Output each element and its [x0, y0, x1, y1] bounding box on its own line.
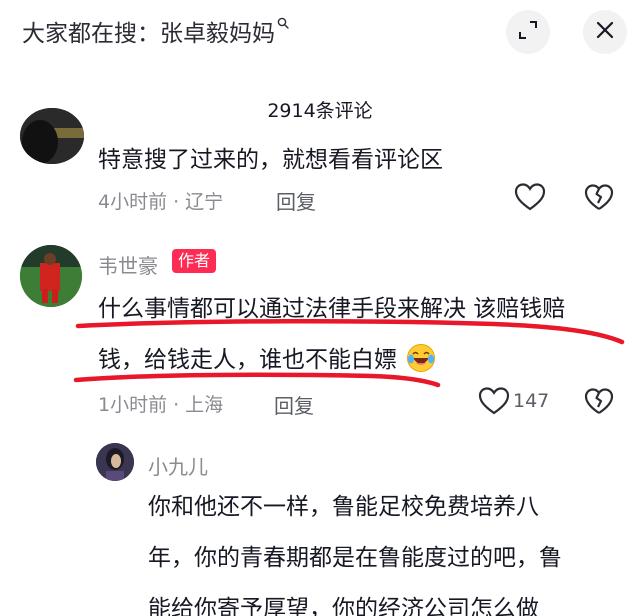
comment-location: 上海: [185, 394, 224, 416]
close-button[interactable]: [583, 10, 627, 54]
top-bar: 大家都在搜：张卓毅妈妈: [0, 0, 640, 68]
reply-button[interactable]: 回复: [274, 390, 314, 419]
close-icon: [595, 20, 615, 44]
avatar[interactable]: [20, 108, 84, 164]
comment-text: 特意搜了过来的，就想看看评论区: [98, 147, 443, 173]
like-count: 147: [513, 390, 550, 412]
comment-count: 2914条评论: [267, 100, 373, 122]
search-suggestion-keyword[interactable]: 张卓毅妈妈: [160, 21, 275, 47]
search-suggestion[interactable]: 大家都在搜：张卓毅妈妈: [22, 14, 289, 48]
search-icon: [277, 9, 289, 29]
comment-time: 4小时前: [98, 191, 168, 213]
comment-meta: 4小时前 · 辽宁: [98, 187, 223, 214]
comment-time: 1小时前: [98, 394, 168, 416]
avatar[interactable]: [96, 443, 134, 481]
heart-icon[interactable]: [478, 386, 510, 420]
expand-icon: [517, 19, 539, 45]
separator-dot: ·: [173, 191, 180, 213]
comment-location: 辽宁: [185, 191, 224, 213]
expand-button[interactable]: [506, 10, 550, 54]
avatar[interactable]: [20, 245, 82, 307]
dislike-icon[interactable]: [584, 182, 614, 216]
red-underline: [75, 318, 625, 345]
comment-meta: 1小时前 · 上海: [98, 390, 223, 417]
comment-username[interactable]: 韦世豪: [98, 250, 158, 279]
heart-icon[interactable]: [514, 182, 546, 216]
red-underline: [73, 372, 441, 388]
reply-username[interactable]: 小九儿: [148, 451, 208, 480]
search-suggestion-prefix: 大家都在搜：: [22, 21, 160, 47]
reply-text-line-1: 你和他还不一样，鲁能足校免费培养八: [148, 494, 539, 520]
dislike-icon[interactable]: [584, 386, 614, 420]
reply-text-line-2: 年，你的青春期都是在鲁能度过的吧，鲁: [148, 545, 562, 571]
separator-dot: ·: [173, 394, 180, 416]
reply-text-line-3: 能给你寄予厚望，你的经济公司怎么做: [148, 596, 539, 616]
reply-button[interactable]: 回复: [276, 186, 316, 215]
author-badge: 作者: [172, 249, 217, 273]
